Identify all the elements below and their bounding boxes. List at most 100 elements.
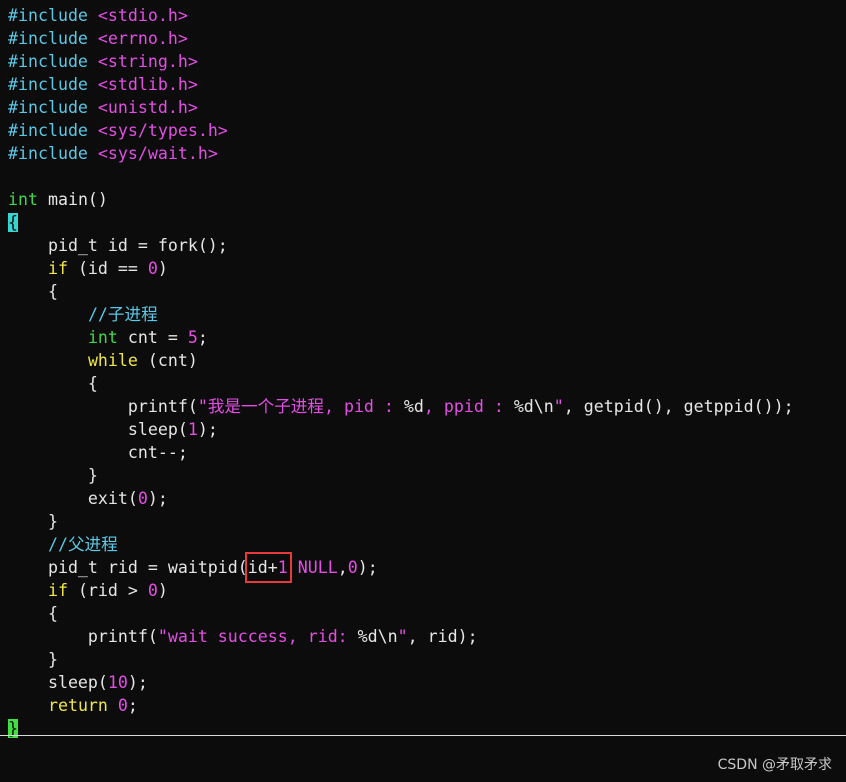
status-divider	[0, 735, 846, 736]
code-line[interactable]: {	[8, 211, 18, 234]
code-token: #include	[8, 98, 98, 117]
code-token: cnt =	[117, 328, 188, 347]
code-token: }	[8, 650, 58, 669]
code-token: #include	[8, 144, 98, 163]
code-line[interactable]: pid_t id = fork();	[8, 234, 228, 257]
code-line[interactable]: while (cnt)	[8, 349, 198, 372]
code-line[interactable]: int main()	[8, 188, 108, 211]
code-token: 10	[107, 673, 128, 692]
code-token: main()	[37, 190, 108, 209]
code-line[interactable]: }	[8, 648, 58, 671]
code-token: "我是一个子进程, pid :	[197, 397, 404, 416]
code-token: 1	[277, 558, 288, 577]
code-line[interactable]: #include <unistd.h>	[8, 96, 198, 119]
code-line[interactable]: printf("我是一个子进程, pid : %d, ppid : %d\n",…	[8, 395, 794, 418]
code-token: <errno.h>	[97, 29, 188, 48]
code-token: }	[8, 466, 98, 485]
code-token: )	[157, 581, 168, 600]
code-line[interactable]: {	[8, 280, 58, 303]
csdn-watermark: CSDN @矛取矛求	[717, 757, 832, 773]
code-token: %d	[403, 397, 424, 416]
code-line[interactable]: pid_t rid = waitpid(id+1 NULL,0);	[8, 556, 378, 579]
code-line[interactable]: //子进程	[8, 303, 158, 326]
code-line[interactable]: cnt--;	[8, 441, 188, 464]
code-token: 1	[187, 420, 198, 439]
code-line[interactable]: #include <string.h>	[8, 50, 198, 73]
code-token: if	[47, 581, 68, 600]
code-line[interactable]: printf("wait success, rid: %d\n", rid);	[8, 625, 478, 648]
code-line[interactable]: {	[8, 372, 98, 395]
code-token: int	[87, 328, 118, 347]
code-token: (id ==	[67, 259, 148, 278]
code-line[interactable]: }	[8, 510, 58, 533]
code-line[interactable]: {	[8, 602, 58, 625]
code-token: 5	[187, 328, 198, 347]
code-token: 0	[147, 581, 158, 600]
code-token: 0	[147, 259, 158, 278]
code-token: printf(	[8, 397, 198, 416]
code-token: ;	[127, 696, 138, 715]
code-line[interactable]: int cnt = 5;	[8, 326, 208, 349]
code-token: <unistd.h>	[97, 98, 198, 117]
code-token: {	[8, 604, 58, 623]
code-token: #include	[8, 52, 98, 71]
code-token: );	[147, 489, 168, 508]
code-token: {	[8, 282, 58, 301]
code-token: {	[8, 213, 18, 232]
code-token: int	[8, 190, 38, 209]
code-line[interactable]: }	[8, 464, 98, 487]
code-token: if	[47, 259, 68, 278]
code-token: pid_t rid = waitpid(id+	[8, 558, 278, 577]
code-line[interactable]: #include <sys/types.h>	[8, 119, 228, 142]
code-line[interactable]: #include <stdlib.h>	[8, 73, 198, 96]
code-line[interactable]: if (id == 0)	[8, 257, 168, 280]
code-token: }	[8, 512, 58, 531]
code-line[interactable]: sleep(1);	[8, 418, 218, 441]
code-token: "	[553, 397, 564, 416]
code-token: sleep(	[8, 673, 108, 692]
code-token: ;	[197, 328, 208, 347]
code-token: 0	[117, 696, 128, 715]
code-token: //父进程	[47, 535, 118, 554]
code-line[interactable]: exit(0);	[8, 487, 168, 510]
code-token: NULL	[297, 558, 338, 577]
code-token: "wait success, rid:	[157, 627, 358, 646]
code-token: <string.h>	[97, 52, 198, 71]
code-line[interactable]: }	[8, 717, 18, 740]
code-token: //子进程	[87, 305, 158, 324]
code-token: );	[197, 420, 218, 439]
code-token: <stdlib.h>	[97, 75, 198, 94]
code-token: <sys/types.h>	[97, 121, 228, 140]
code-token: "	[397, 627, 408, 646]
code-token: 0	[347, 558, 358, 577]
code-token: , rid);	[407, 627, 478, 646]
code-line[interactable]: if (rid > 0)	[8, 579, 168, 602]
code-token: %d\n	[513, 397, 554, 416]
code-token: exit(	[8, 489, 138, 508]
code-token: 0	[137, 489, 148, 508]
code-token: pid_t id = fork();	[8, 236, 228, 255]
code-line[interactable]: #include <sys/wait.h>	[8, 142, 218, 165]
code-token: %d\n	[357, 627, 398, 646]
code-editor[interactable]: #include <stdio.h> #include <errno.h> #inc…	[0, 0, 846, 738]
code-token: ,	[337, 558, 348, 577]
code-token: #include	[8, 29, 98, 48]
code-token: );	[127, 673, 148, 692]
code-line[interactable]: #include <errno.h>	[8, 27, 188, 50]
code-line[interactable]: sleep(10);	[8, 671, 148, 694]
code-token: return	[47, 696, 108, 715]
code-line[interactable]: #include <stdio.h>	[8, 4, 188, 27]
code-token: printf(	[8, 627, 158, 646]
code-token: )	[157, 259, 168, 278]
code-line[interactable]: //父进程	[8, 533, 118, 556]
code-token: <sys/wait.h>	[97, 144, 218, 163]
code-token: (rid >	[67, 581, 148, 600]
code-token: #include	[8, 6, 98, 25]
code-line[interactable]: return 0;	[8, 694, 138, 717]
